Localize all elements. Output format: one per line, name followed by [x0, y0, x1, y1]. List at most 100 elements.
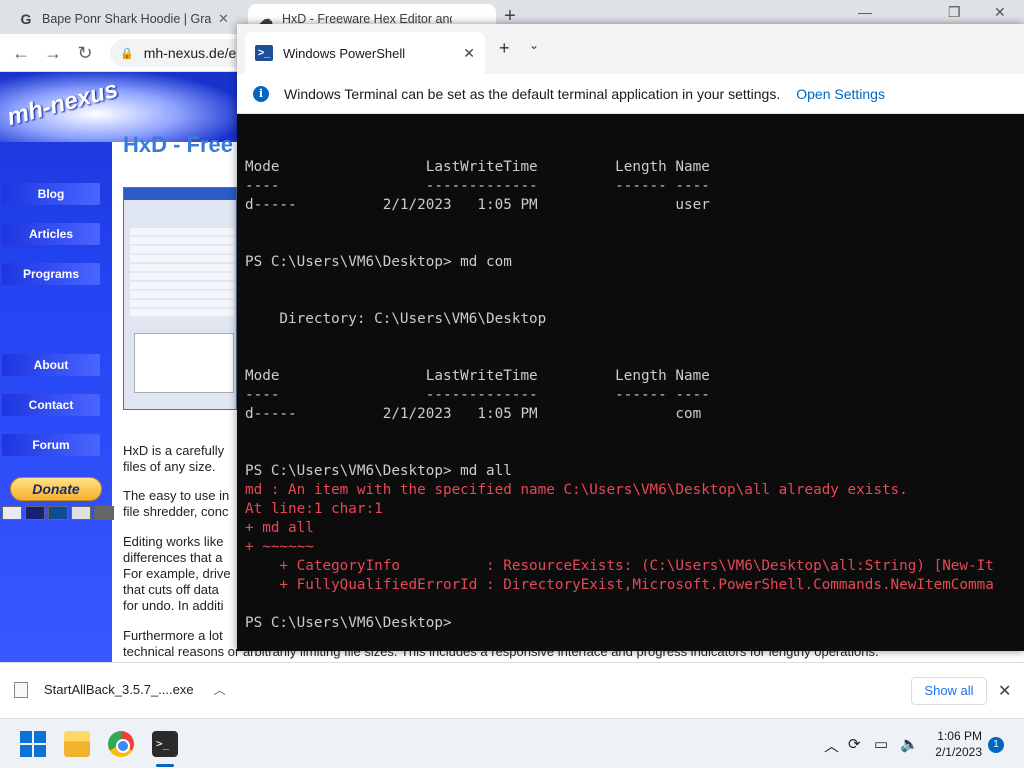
paragraph-line: files of any size. — [123, 459, 216, 474]
nav-link-about[interactable]: About — [2, 354, 100, 376]
close-icon[interactable]: ✕ — [998, 681, 1011, 701]
console-line: md : An item with the specified name C:\… — [245, 482, 908, 498]
show-all-button[interactable]: Show all — [911, 677, 987, 705]
console-line: PS C:\Users\VM6\Desktop> md all — [245, 463, 512, 479]
console-line: Mode LastWriteTime Length Name — [245, 159, 710, 175]
console-line: + FullyQualifiedErrorId : DirectoryExist… — [245, 577, 994, 593]
hxd-screenshot-image[interactable] — [123, 187, 237, 410]
paragraph-line: for undo. In additi — [123, 598, 224, 613]
amex-icon — [48, 506, 68, 520]
nav-link-contact[interactable]: Contact — [2, 394, 100, 416]
mastercard-icon — [2, 506, 22, 520]
lock-icon: 🔒 — [120, 47, 134, 60]
google-favicon-icon: G — [20, 11, 32, 27]
terminal-window[interactable]: >_ Windows PowerShell ✕ + ⌄ i Windows Te… — [237, 24, 1024, 651]
nav-link-programs[interactable]: Programs — [2, 263, 100, 285]
paragraph-line: file shredder, conc — [123, 504, 229, 519]
jcb-icon — [71, 506, 91, 520]
donate-button[interactable]: Donate — [10, 477, 102, 501]
console-line: d----- 2/1/2023 1:05 PM com — [245, 406, 702, 422]
powershell-icon: >_ — [255, 45, 273, 61]
page-title: HxD - Free — [123, 132, 234, 157]
active-app-indicator — [156, 764, 174, 767]
chrome-icon[interactable] — [108, 731, 134, 757]
console-line: + md all — [245, 520, 314, 536]
terminal-tab-bar: >_ Windows PowerShell ✕ + ⌄ — [237, 24, 1024, 74]
volume-icon[interactable]: 🔈 — [900, 735, 919, 753]
console-line: PS C:\Users\VM6\Desktop> md com — [245, 254, 512, 270]
console-line: Directory: C:\Users\VM6\Desktop — [245, 311, 547, 327]
file-explorer-icon[interactable] — [64, 731, 90, 757]
console-line: d----- 2/1/2023 1:05 PM user — [245, 197, 710, 213]
back-arrow-icon[interactable]: ← — [10, 42, 32, 64]
minimize-icon[interactable]: — — [858, 4, 872, 20]
url-text: mh-nexus.de/er — [143, 45, 241, 61]
console-line: + CategoryInfo : ResourceExists: (C:\Use… — [245, 558, 994, 574]
paragraph-line: For example, drive — [123, 566, 231, 581]
info-icon: i — [253, 85, 269, 102]
screenshot-titlebar — [124, 188, 236, 200]
close-tab-icon[interactable]: ✕ — [218, 11, 229, 27]
download-filename: StartAllBack_3.5.7_....exe — [44, 682, 194, 697]
paragraph-line: Editing works like — [123, 534, 224, 549]
bank-icon — [94, 506, 114, 520]
visa-icon — [25, 506, 45, 520]
clock[interactable]: 1:06 PM 2/1/2023 — [930, 728, 982, 760]
chevron-up-icon[interactable]: ︿ — [824, 735, 839, 756]
console-line: ---- ------------- ------ ---- — [245, 387, 710, 403]
download-item[interactable]: StartAllBack_3.5.7_....exe ︿ — [14, 681, 226, 698]
nav-link-articles[interactable]: Articles — [2, 223, 100, 245]
console-output[interactable]: Mode LastWriteTime Length Name ---- -----… — [245, 158, 1024, 633]
paragraph-line: Furthermore a lot — [123, 628, 223, 643]
console-line: + ~~~~~~ — [245, 539, 314, 555]
open-settings-link[interactable]: Open Settings — [796, 86, 885, 102]
maximize-icon[interactable]: ❐ — [948, 4, 961, 21]
screenshot-hex-grid — [130, 228, 234, 318]
download-shelf: StartAllBack_3.5.7_....exe ︿ Show all ✕ — [0, 662, 1024, 718]
chevron-up-icon[interactable]: ︿ — [214, 681, 226, 698]
terminal-tab-powershell[interactable]: >_ Windows PowerShell ✕ — [245, 32, 485, 74]
console-line: ---- ------------- ------ ---- — [245, 178, 710, 194]
chevron-down-icon[interactable]: ⌄ — [529, 38, 539, 52]
tab-title: Bape Ponr Shark Hoodie | Grailed — [42, 12, 212, 26]
clock-time: 1:06 PM — [937, 729, 982, 743]
forward-arrow-icon[interactable]: → — [42, 42, 64, 64]
info-bar: i Windows Terminal can be set as the def… — [237, 74, 1024, 114]
paragraph-line: HxD is a carefully — [123, 443, 225, 458]
notification-badge[interactable]: 1 — [988, 737, 1004, 753]
sync-icon[interactable]: ⟳ — [848, 735, 861, 753]
payment-cards — [2, 506, 114, 520]
info-message: Windows Terminal can be set as the defau… — [284, 85, 781, 102]
site-logo[interactable]: mh-nexus — [4, 76, 121, 132]
screenshot-checksum-panel — [134, 333, 234, 393]
terminal-tab-title: Windows PowerShell — [283, 45, 406, 61]
taskbar: >_ ︿ ⟳ ▭ 🔈 1:06 PM 2/1/2023 1 — [0, 718, 1024, 768]
console-line: At line:1 char:1 — [245, 501, 383, 517]
console-line: PS C:\Users\VM6\Desktop> — [245, 615, 452, 631]
paragraph-line: that cuts off data — [123, 582, 219, 597]
browser-tab-grailed[interactable]: G Bape Ponr Shark Hoodie | Grailed ✕ — [8, 4, 246, 34]
close-window-icon[interactable]: ✕ — [994, 4, 1006, 21]
paragraph-line: The easy to use in — [123, 488, 230, 503]
file-icon — [14, 681, 28, 698]
new-terminal-tab-button[interactable]: + — [499, 38, 510, 59]
nav-link-blog[interactable]: Blog — [2, 183, 100, 205]
reload-icon[interactable]: ↻ — [74, 42, 96, 64]
close-tab-icon[interactable]: ✕ — [463, 45, 475, 62]
windows-start-icon[interactable] — [20, 731, 46, 757]
console-line: Mode LastWriteTime Length Name — [245, 368, 710, 384]
clock-date: 2/1/2023 — [935, 745, 982, 759]
paragraph-line: differences that a — [123, 550, 223, 565]
nav-link-forum[interactable]: Forum — [2, 434, 100, 456]
network-icon[interactable]: ▭ — [874, 735, 888, 753]
terminal-icon[interactable]: >_ — [152, 731, 178, 757]
